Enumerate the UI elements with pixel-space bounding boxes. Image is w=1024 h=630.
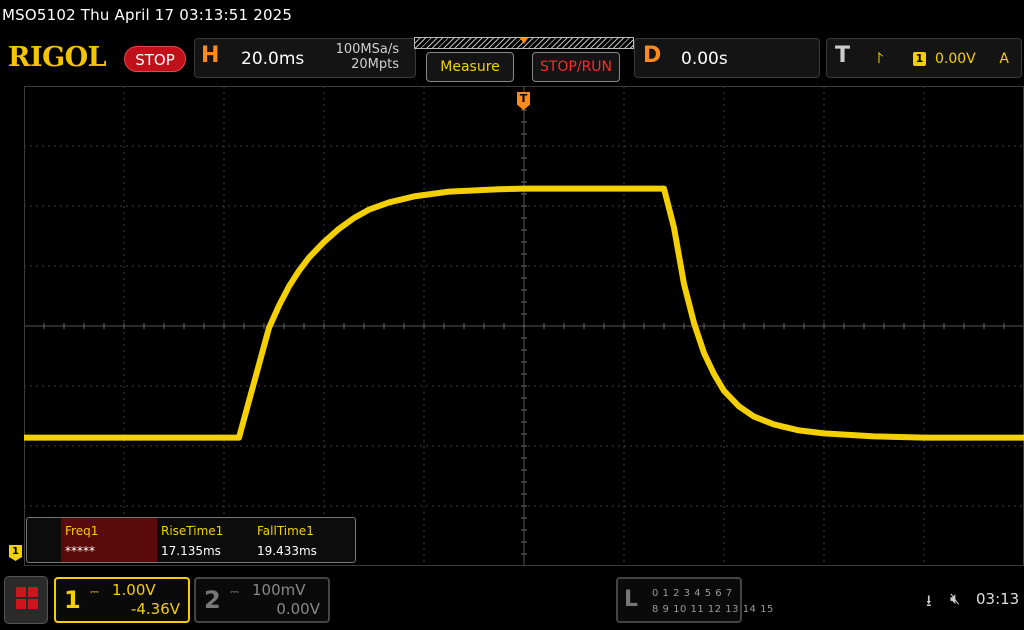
logic-channels-row2: 8 9 10 11 12 13 14 15	[652, 604, 774, 615]
channel1-offset: -4.36V	[130, 600, 180, 618]
channel2-box[interactable]: 2 ⎓ 100mV 0.00V	[194, 577, 330, 623]
channel1-offset-marker[interactable]: 1	[9, 545, 22, 561]
logic-channels-row1: 0 1 2 3 4 5 6 7	[652, 588, 733, 599]
measurement-name: Freq1	[65, 524, 99, 538]
title-text: MSO5102 Thu April 17 03:13:51 2025	[2, 6, 293, 24]
rising-edge-icon: ⨡	[877, 49, 884, 67]
trigger-level: 0.00V	[935, 51, 976, 67]
channel2-offset: 0.00V	[276, 600, 320, 618]
waveform-graticule	[21, 85, 1024, 567]
rigol-logo: RIGOL	[8, 42, 107, 73]
measurement-risetime1[interactable]: RiseTime1 17.135ms	[157, 518, 253, 562]
measurement-freq1[interactable]: Freq1 *****	[61, 518, 157, 562]
status-clock: 03:13	[976, 590, 1020, 608]
dc-coupling-icon: ⎓	[230, 585, 239, 598]
channel1-box[interactable]: 1 ⎓ 1.00V -4.36V	[54, 577, 190, 623]
acquisition-info: 100MSa/s 20Mpts	[336, 42, 399, 72]
main-menu-button[interactable]	[4, 576, 48, 624]
delay-letter: D	[643, 43, 662, 68]
channel1-number: 1	[64, 586, 81, 614]
horizontal-panel[interactable]: H 20.0ms 100MSa/s 20Mpts	[194, 38, 416, 78]
measurement-value: *****	[65, 544, 95, 558]
sample-rate: 100MSa/s	[335, 42, 399, 57]
trigger-panel[interactable]: T ⨡ 1 0.00V A	[826, 38, 1022, 78]
memory-position-marker	[520, 38, 528, 44]
title-bar: MSO5102 Thu April 17 03:13:51 2025	[0, 0, 1024, 34]
speaker-muted-icon[interactable]: 🔇︎	[950, 589, 960, 609]
measurement-name: FallTime1	[257, 524, 314, 538]
horizontal-letter: H	[201, 43, 220, 68]
channel2-number: 2	[204, 586, 221, 614]
logic-analyzer-box[interactable]: L 0 1 2 3 4 5 6 7 8 9 10 11 12 13 14 15	[616, 577, 773, 623]
measurement-value: 19.433ms	[257, 544, 317, 558]
waveform-display[interactable]	[21, 85, 1024, 567]
trigger-source-badge: 1	[913, 52, 926, 66]
measure-button[interactable]: Measure	[426, 52, 514, 82]
memory-depth: 20Mpts	[351, 57, 399, 72]
channel1-scale: 1.00V	[112, 581, 156, 599]
trigger-letter: T	[835, 43, 851, 68]
dc-coupling-icon: ⎓	[90, 585, 99, 598]
menu-grid-icon	[16, 587, 38, 609]
channel2-scale: 100mV	[252, 581, 306, 599]
timebase-value: 20.0ms	[241, 49, 305, 69]
run-state-badge[interactable]: STOP	[124, 46, 186, 72]
measurement-name: RiseTime1	[161, 524, 224, 538]
usb-icon: ⭳	[926, 591, 932, 610]
logic-letter: L	[624, 587, 639, 612]
delay-panel[interactable]: D 0.00s	[634, 38, 820, 78]
measurement-panel[interactable]: Freq1 ***** RiseTime1 17.135ms FallTime1…	[26, 517, 356, 563]
measurement-value: 17.135ms	[161, 544, 221, 558]
delay-value: 0.00s	[681, 49, 728, 69]
measurement-falltime1[interactable]: FallTime1 19.433ms	[253, 518, 353, 562]
trigger-mode: A	[999, 51, 1009, 67]
stop-run-button[interactable]: STOP/RUN	[532, 52, 620, 82]
